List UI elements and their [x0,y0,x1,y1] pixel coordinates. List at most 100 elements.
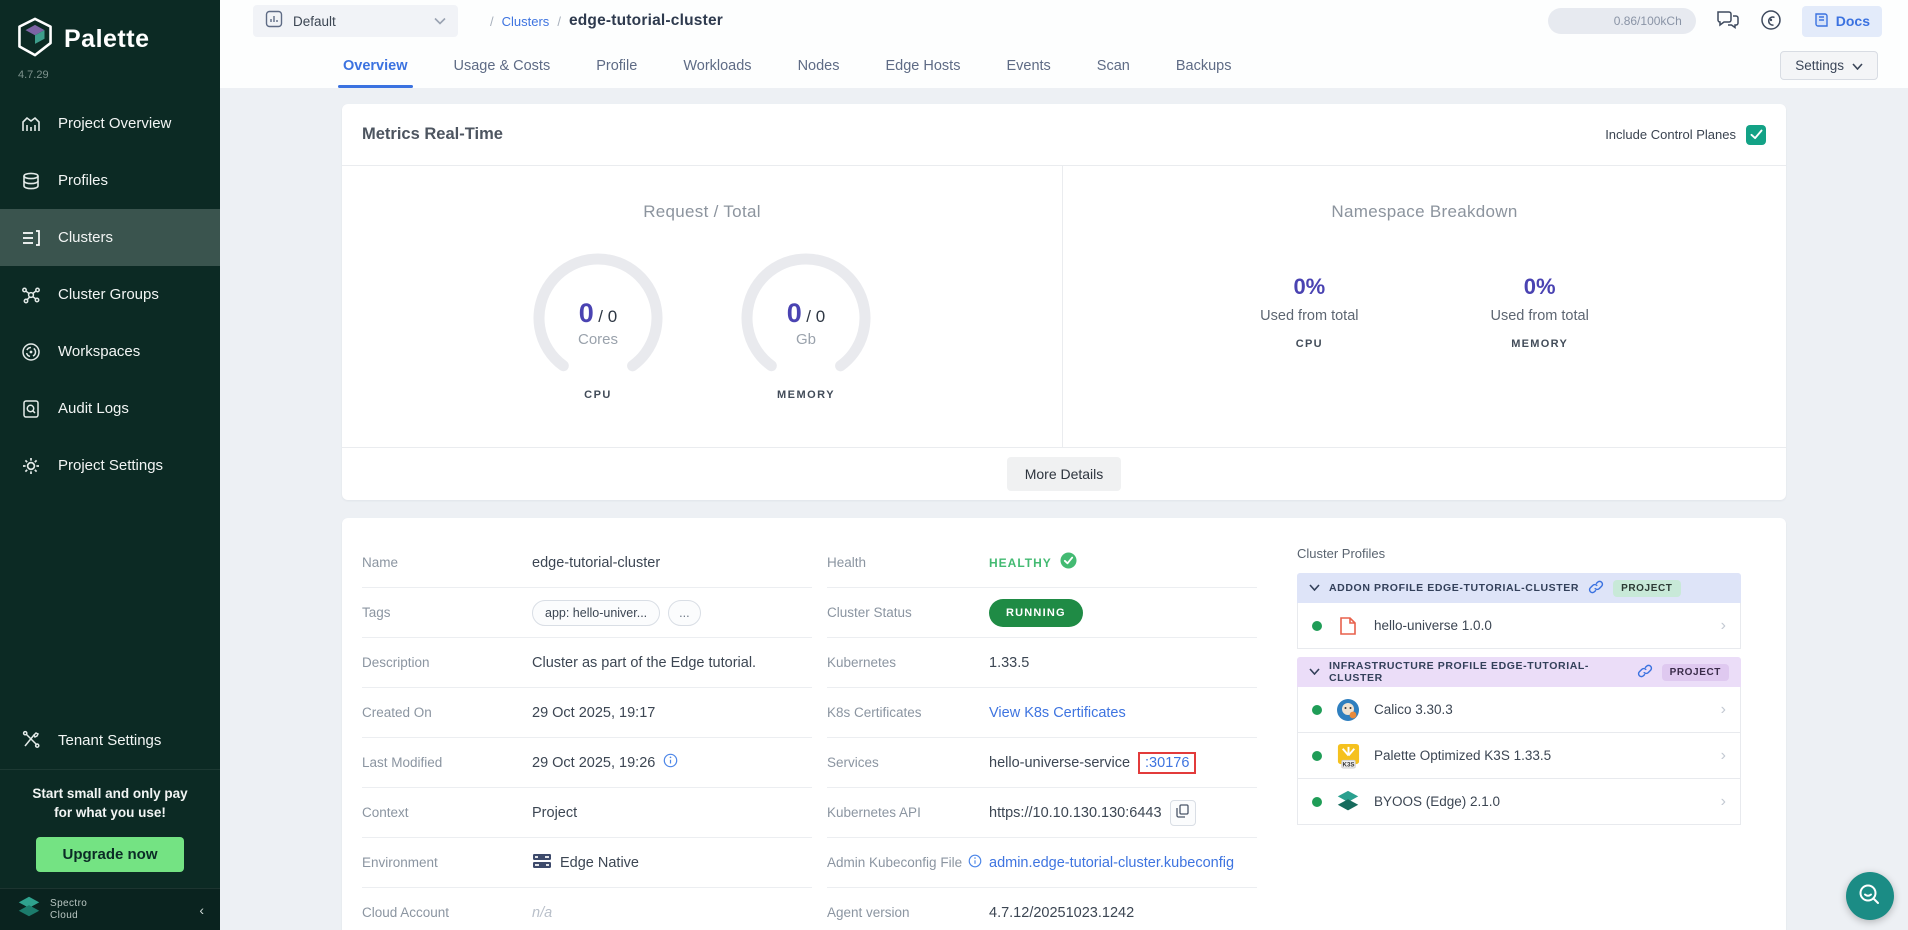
settings-label: Settings [1795,58,1844,73]
cloud-account-value: n/a [532,905,552,921]
tab-profile[interactable]: Profile [573,58,660,88]
docs-button[interactable]: Docs [1802,6,1882,37]
service-port-link[interactable]: :30176 [1145,755,1189,771]
brand-text: Spectro Cloud [50,898,87,922]
metrics-title: Metrics Real-Time [362,125,503,144]
upgrade-now-button[interactable]: Upgrade now [36,837,183,872]
tab-scan[interactable]: Scan [1074,58,1153,88]
healthy-check-icon [1060,552,1077,573]
chat-messages-button[interactable] [1716,10,1740,33]
compass-swirl-icon [1760,9,1782,34]
sidebar-nav: Project Overview Profiles Clusters [0,95,220,494]
chevron-right-icon: › [1721,701,1726,719]
tag-pill[interactable]: app: hello-univer... [532,600,660,626]
pack-name: BYOOS (Edge) 2.1.0 [1374,794,1500,809]
sidebar-item-cluster-groups[interactable]: Cluster Groups [0,266,220,323]
breadcrumb-separator: / [557,14,561,29]
palette-logo[interactable]: Palette [0,0,220,65]
credits-usage-pill[interactable]: 0.86/100kCh [1548,8,1696,34]
more-details-button[interactable]: More Details [1007,457,1122,491]
memory-used-caption: Used from total [1491,308,1589,324]
pack-name: hello-universe 1.0.0 [1374,618,1492,633]
project-scope-badge: PROJECT [1613,580,1680,597]
info-icon[interactable] [968,854,982,871]
top-bar: Default / Clusters / edge-tutorial-clust… [220,0,1908,42]
sidebar-item-tenant-settings[interactable]: Tenant Settings [0,712,220,769]
chevron-right-icon: › [1721,793,1726,811]
tools-icon [20,729,42,751]
cpu-gauge: 0 / 0 Cores CPU [528,248,668,401]
tag-more-pill[interactable]: ... [668,600,700,626]
service-name-value: hello-universe-service [989,755,1130,771]
sidebar-item-project-settings[interactable]: Project Settings [0,437,220,494]
tab-overview[interactable]: Overview [320,58,431,88]
detail-row-tags: Tags app: hello-univer... ... [362,588,812,638]
include-control-planes-label: Include Control Planes [1605,127,1736,142]
logo-text: Palette [64,25,149,54]
sidebar-bottom: Tenant Settings Start small and only pay… [0,712,220,930]
book-icon [1814,12,1829,31]
settings-button[interactable]: Settings [1780,51,1878,80]
project-selector[interactable]: Default [253,5,458,37]
palette-logo-icon [16,16,54,63]
pack-row-calico[interactable]: Calico 3.30.3 › [1297,687,1741,733]
chevron-down-icon [1309,582,1320,594]
sidebar-item-label: Workspaces [58,343,140,360]
info-icon[interactable] [663,753,678,772]
memory-request-value: 0 [787,298,802,328]
sidebar-item-audit-logs[interactable]: Audit Logs [0,380,220,437]
sidebar-item-label: Project Settings [58,457,163,474]
app-version: 4.7.29 [0,65,220,95]
sidebar-item-workspaces[interactable]: Workspaces [0,323,220,380]
tab-nodes[interactable]: Nodes [775,58,863,88]
app-root: Palette 4.7.29 Project Overview Profiles [0,0,1908,930]
pack-row-byoos[interactable]: BYOOS (Edge) 2.1.0 › [1297,779,1741,825]
collapse-sidebar-icon[interactable]: ‹ [199,902,204,918]
sidebar-item-label: Profiles [58,172,108,189]
help-chat-widget-button[interactable] [1846,872,1894,920]
addon-profile-header[interactable]: ADDON PROFILE EDGE-TUTORIAL-CLUSTER PROJ… [1297,573,1741,603]
tab-events[interactable]: Events [983,58,1073,88]
promo-text-line1: Start small and only pay [10,784,210,804]
infra-profile-title: INFRASTRUCTURE PROFILE EDGE-TUTORIAL-CLU… [1329,660,1628,684]
view-k8s-certificates-link[interactable]: View K8s Certificates [989,705,1126,721]
pack-row-hello-universe[interactable]: hello-universe 1.0.0 › [1297,603,1741,649]
pack-status-dot [1312,621,1322,631]
environment-value: Edge Native [560,855,639,871]
chevron-down-icon [434,12,446,30]
tab-backups[interactable]: Backups [1153,58,1255,88]
include-control-planes: Include Control Planes [1605,125,1766,145]
sidebar-item-label: Audit Logs [58,400,129,417]
chevron-down-icon [1852,58,1863,73]
project-chart-icon [265,10,283,33]
pack-name: Palette Optimized K3S 1.33.5 [1374,748,1551,763]
gear-icon [20,455,42,477]
pack-row-k3s[interactable]: K3S Palette Optimized K3S 1.33.5 › [1297,733,1741,779]
sidebar-item-project-overview[interactable]: Project Overview [0,95,220,152]
copy-button[interactable] [1170,800,1196,826]
kubernetes-api-value: https://10.10.130.130:6443 [989,805,1162,821]
byoos-pack-icon [1335,789,1361,815]
whats-new-button[interactable] [1760,9,1782,34]
namespace-breakdown-title: Namespace Breakdown [1063,202,1786,222]
kubeconfig-download-link[interactable]: admin.edge-tutorial-cluster.kubeconfig [989,855,1234,871]
details-column-middle: Health HEALTHY Cluster Status RUNNING [827,538,1257,930]
infra-profile-header[interactable]: INFRASTRUCTURE PROFILE EDGE-TUTORIAL-CLU… [1297,657,1741,687]
include-control-planes-checkbox[interactable] [1746,125,1766,145]
breadcrumb-current: edge-tutorial-cluster [569,12,723,30]
sidebar-item-profiles[interactable]: Profiles [0,152,220,209]
breadcrumb-clusters-link[interactable]: Clusters [502,14,550,29]
cluster-profiles-title: Cluster Profiles [1297,546,1741,561]
tab-workloads[interactable]: Workloads [660,58,774,88]
addon-profile-title: ADDON PROFILE EDGE-TUTORIAL-CLUSTER [1329,582,1579,594]
tab-usage-costs[interactable]: Usage & Costs [431,58,574,88]
request-total-title: Request / Total [342,202,1062,222]
pack-status-dot [1312,797,1322,807]
svg-text:K3S: K3S [1342,761,1354,768]
cpu-label: CPU [1260,338,1358,350]
promo-text-line2: for what you use! [10,803,210,823]
memory-used-percent: 0% [1491,274,1589,300]
sidebar-item-clusters[interactable]: Clusters [0,209,220,266]
tab-edge-hosts[interactable]: Edge Hosts [862,58,983,88]
breadcrumb-separator: / [490,14,494,29]
